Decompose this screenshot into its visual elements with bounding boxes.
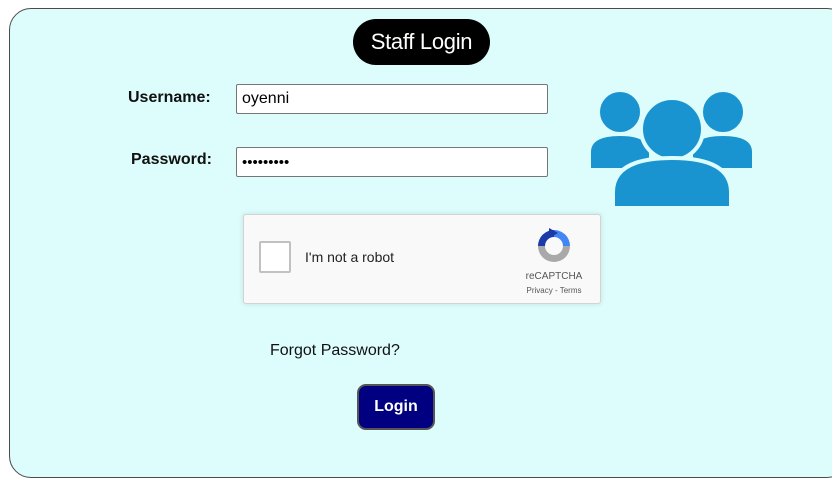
users-group-icon bbox=[587, 88, 755, 210]
login-button[interactable]: Login bbox=[357, 384, 435, 430]
recaptcha-checkbox[interactable] bbox=[259, 241, 291, 273]
recaptcha-brand: reCAPTCHA bbox=[525, 271, 583, 282]
username-label: Username: bbox=[128, 89, 211, 106]
password-label: Password: bbox=[131, 151, 212, 168]
password-input[interactable] bbox=[236, 147, 548, 177]
recaptcha-label: I'm not a robot bbox=[305, 249, 395, 265]
recaptcha-logo-icon bbox=[538, 228, 570, 262]
recaptcha-links: Privacy - Terms bbox=[514, 286, 594, 295]
username-input[interactable] bbox=[236, 84, 548, 114]
recaptcha-widget: I'm not a robot reCAPTCHA Privacy - Term… bbox=[243, 214, 601, 304]
forgot-password-link[interactable]: Forgot Password? bbox=[270, 342, 400, 360]
terms-link[interactable]: Terms bbox=[560, 286, 582, 295]
privacy-link[interactable]: Privacy bbox=[527, 286, 553, 295]
page-title: Staff Login bbox=[353, 19, 490, 65]
links-separator: - bbox=[552, 286, 560, 295]
